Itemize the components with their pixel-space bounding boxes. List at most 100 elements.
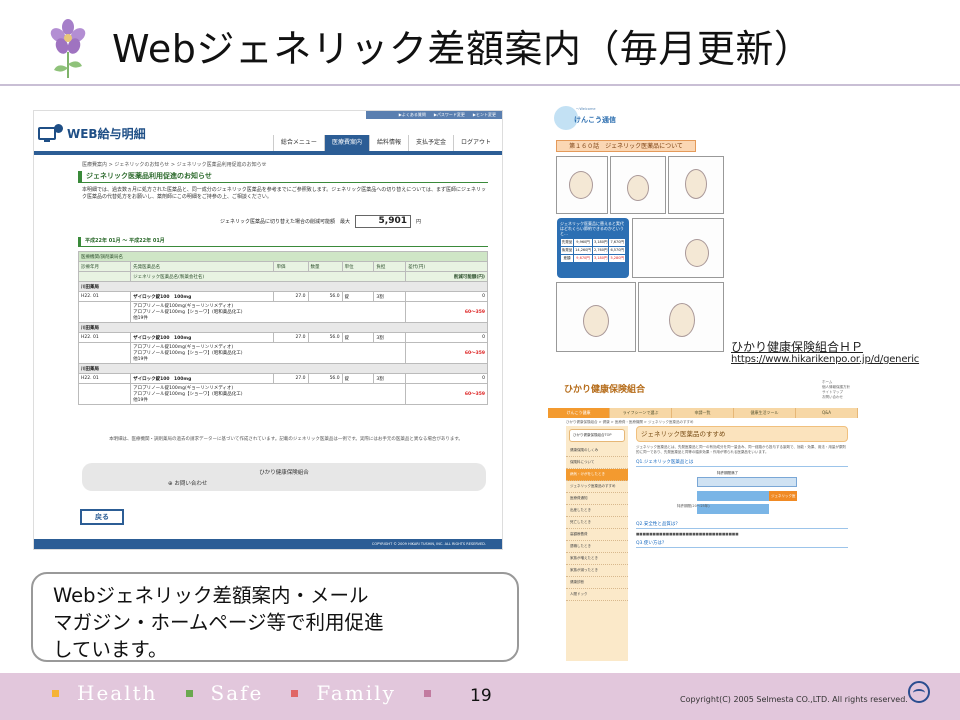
- diagram-bar: [697, 476, 797, 487]
- gnav-qa[interactable]: Q&A: [796, 408, 858, 418]
- sidebar-item[interactable]: 健康保険のしくみ: [566, 445, 628, 457]
- hikari-hp-link[interactable]: ひかり健康保険組合ＨＰ: [731, 338, 863, 355]
- graph-cell: 先発品: [559, 238, 575, 247]
- column-header: [77, 271, 132, 282]
- footer-tags: Health Safe Family: [52, 681, 449, 705]
- medication-table: 医療機関/調剤薬局名 診療年月 先発医薬品名 単価 数量 単位 負担 差代(円) ジェネリック医…: [77, 251, 488, 405]
- pharmacy-name: 川田薬局: [78, 322, 488, 333]
- nav-payment-schedule[interactable]: 支払予定金: [407, 135, 453, 151]
- sidebar-item[interactable]: 出産したとき: [566, 505, 628, 517]
- nav-logout[interactable]: ログアウト: [452, 135, 498, 151]
- column-header: 単位: [341, 261, 375, 272]
- sidebar-item[interactable]: 高額療養費: [566, 529, 628, 541]
- hikari-hp-url[interactable]: https://www.hikarikenpo.or.jp/d/generic: [731, 354, 919, 365]
- graph-row: 差額 9,670円 3,180円 5,280円: [559, 254, 626, 263]
- title-divider: [0, 84, 960, 86]
- sidebar-item[interactable]: ひかり健康保険組合TOP: [569, 429, 625, 442]
- burden-cell: 3割: [373, 373, 407, 384]
- graph-row: 先発品 9,960円 3,180円 7,670円: [559, 238, 626, 247]
- sidebar-item[interactable]: 保険料について: [566, 457, 628, 469]
- burden-cell: 3割: [373, 332, 407, 343]
- payslip-header: ▶よくある質問 ▶パスワード変更 ▶ヒント変更 WEB給与明細 総合メニュー 医…: [34, 111, 502, 157]
- site-q2-text: ■■■■■■■■■■■■■■■■■■■■■■■■■■■■■■■: [636, 531, 739, 536]
- column-header: ジェネリック医薬品名(製薬会社名): [130, 271, 407, 282]
- payslip-logo: WEB給与明細: [38, 124, 146, 142]
- generic-drug: 他19件: [133, 316, 148, 321]
- sidebar-item[interactable]: 家族が減ったとき: [566, 565, 628, 577]
- graph-cell: 9,960円: [573, 238, 594, 247]
- diagram-label: 特許期間満了: [717, 470, 738, 475]
- contact-link[interactable]: ⊕ お問い合わせ: [168, 479, 207, 487]
- site-header: ひかり健康保険組合 ホーム 個人情報保護方針 サイトマップ お問い合わせ: [548, 378, 858, 408]
- site-heading: ジェネリック医薬品のすすめ: [636, 426, 848, 442]
- selmesta-logo-icon: [908, 681, 930, 703]
- saving-amount: ジェネリック医薬品に切り替えた場合の削減可能額 最大 5,901 円: [220, 215, 421, 228]
- hint-change-link[interactable]: ▶ヒント変更: [473, 111, 496, 119]
- sidebar-item[interactable]: ジェネリック医薬品のすすめ: [566, 481, 628, 493]
- newsletter-title: けんこう通信: [574, 116, 616, 124]
- generic-drug: 他19件: [133, 357, 148, 362]
- graph-cell: 9,670円: [573, 254, 594, 263]
- graph-cell: 3,180円: [592, 254, 610, 263]
- diff-cell: 0: [405, 291, 488, 302]
- graph-cell: 14,260円: [573, 246, 594, 255]
- site-utility-links: ホーム 個人情報保護方針 サイトマップ お問い合わせ: [822, 380, 850, 400]
- drug-cell: ザイロック錠100 100mg: [130, 291, 275, 302]
- sidebar-item[interactable]: 健康診断: [566, 577, 628, 589]
- column-header: 数量: [307, 261, 343, 272]
- graph-table: 先発品 9,960円 3,180円 7,670円 後発品 14,260円 2,760円 6,5…: [559, 238, 626, 263]
- saving-amount-unit: 円: [416, 219, 422, 225]
- gnav-health[interactable]: けんこう健康: [548, 408, 610, 418]
- faq-link[interactable]: ▶よくある質問: [399, 111, 426, 119]
- payslip-logo-text: WEB給与明細: [67, 127, 146, 141]
- sidebar-item[interactable]: 医療費通知: [566, 493, 628, 505]
- manga-panel: [638, 282, 724, 352]
- sidebar-item[interactable]: 死亡したとき: [566, 517, 628, 529]
- intro-text: 本明細では、過去数ヵ月に処方された医薬品と、同一成分のジェネリック医薬品を参考ま…: [82, 187, 486, 200]
- nav-general-menu[interactable]: 総合メニュー: [272, 135, 324, 151]
- manga-panel: [632, 218, 724, 278]
- hikari-site-screenshot: ひかり健康保険組合 ホーム 個人情報保護方針 サイトマップ お問い合わせ けんこ…: [548, 378, 858, 661]
- saving-cell: 60〜359: [405, 342, 488, 364]
- gnav-health-tools[interactable]: 健康生活ツール: [734, 408, 796, 418]
- graph-cell: 3,180円: [592, 238, 610, 247]
- graph-cell: 6,570円: [608, 246, 626, 255]
- footer-tag-health: Health: [77, 681, 158, 705]
- table-row: H22. 01 ザイロック錠100 100mg 27.0 56.0 錠 3割 0: [77, 291, 488, 302]
- gnav-life-scene[interactable]: ライフシーンで選ぶ: [610, 408, 672, 418]
- newsletter-screenshot: 〜Welcome けんこう通信 第１６０話 ジェネリック医薬品について ジェネリ…: [548, 100, 728, 355]
- graph-cell: 5,280円: [608, 254, 626, 263]
- payslip-top-links: ▶よくある質問 ▶パスワード変更 ▶ヒント変更: [366, 111, 502, 119]
- utility-contact[interactable]: お問い合わせ: [822, 395, 850, 400]
- table-row: アロプリノール錠100mg(ギョーリンリメディオ) アロプリノール錠100mg【シ…: [77, 301, 488, 323]
- nav-salary-info[interactable]: 給料情報: [368, 135, 408, 151]
- gnav-applications[interactable]: 申請一覧: [672, 408, 734, 418]
- column-header: 医療機関/調剤薬局名: [78, 251, 488, 262]
- qty-cell: 56.0: [307, 291, 343, 302]
- site-logo[interactable]: ひかり健康保険組合: [564, 382, 645, 395]
- price-cell: 27.0: [273, 373, 309, 384]
- month-cell: H22. 01: [77, 291, 132, 302]
- diagram-generic-bar: ジェネリック医薬品: [769, 490, 797, 508]
- nav-medical-expense[interactable]: 医療費案内: [323, 135, 369, 151]
- union-name: ひかり健康保険組合: [259, 470, 309, 476]
- manga-panel: [556, 282, 636, 352]
- sidebar-item[interactable]: 病気・けがをしたとき: [566, 469, 628, 481]
- drug-cell: ザイロック錠100 100mg: [130, 332, 275, 343]
- password-change-link[interactable]: ▶パスワード変更: [434, 111, 465, 119]
- monitor-icon: [38, 127, 56, 142]
- sidebar-item[interactable]: 家族が増えたとき: [566, 553, 628, 565]
- pharmacy-row: 川田薬局: [78, 363, 488, 374]
- back-button[interactable]: 戻る: [80, 509, 124, 525]
- graph-row: 後発品 14,260円 2,760円 6,570円: [559, 246, 626, 255]
- contact-link-label[interactable]: お問い合わせ: [174, 481, 207, 487]
- flower-logo-icon: [50, 19, 86, 78]
- drug-cell: ザイロック錠100 100mg: [130, 373, 275, 384]
- sidebar-item[interactable]: 人間ドック: [566, 589, 628, 601]
- manga-panel: [556, 156, 608, 214]
- graph-cell: 7,670円: [608, 238, 626, 247]
- sidebar-item[interactable]: 退職したとき: [566, 541, 628, 553]
- web-payslip-screenshot: ▶よくある質問 ▶パスワード変更 ▶ヒント変更 WEB給与明細 総合メニュー 医…: [33, 110, 503, 550]
- month-cell: H22. 01: [77, 373, 132, 384]
- site-q3: Q3.使い方は？: [636, 540, 848, 549]
